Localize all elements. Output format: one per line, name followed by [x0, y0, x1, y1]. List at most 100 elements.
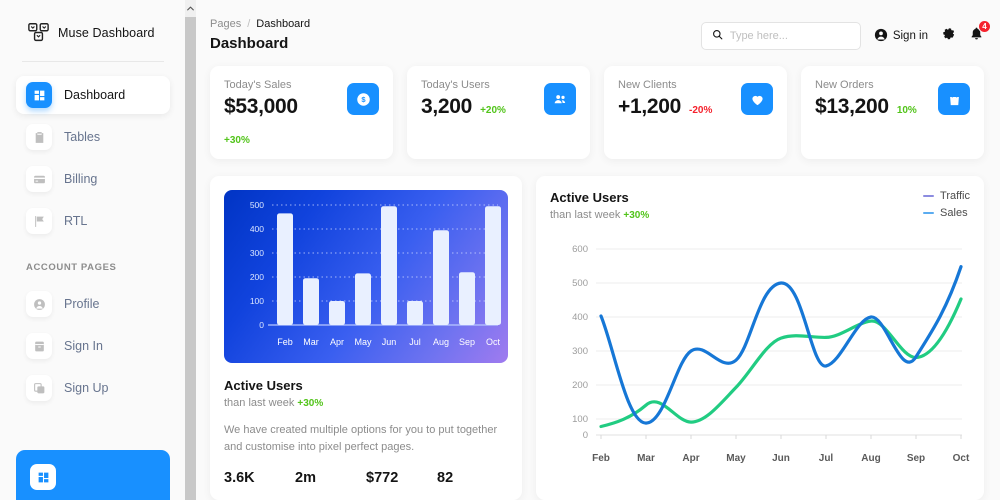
dashboard-icon	[26, 82, 52, 108]
svg-text:400: 400	[250, 224, 264, 234]
svg-text:Aug: Aug	[861, 453, 880, 464]
svg-text:500: 500	[572, 278, 588, 289]
stat-label: New Clients	[618, 79, 677, 91]
svg-text:200: 200	[250, 272, 264, 282]
line-card-header: Active Users than last week +30% Traffic	[550, 190, 970, 221]
svg-text:Feb: Feb	[592, 453, 610, 464]
sidebar-divider	[22, 61, 164, 62]
line-chart[interactable]: 600 500 400 300 200 100 0 Feb Mar Apr Ma…	[550, 233, 970, 473]
sidebar-item-signup[interactable]: Sign Up	[16, 369, 170, 407]
page-title: Dashboard	[210, 35, 289, 52]
notification-badge: 4	[978, 20, 991, 33]
bar-chart[interactable]: 500 400 300 200 100 0 Feb Mar Apr May Ju…	[224, 190, 508, 363]
scrollbar-thumb[interactable]	[185, 17, 196, 500]
stat-cards: Today's Sales $53,000 +30% $ Today's Use…	[210, 66, 984, 159]
legend-item-traffic[interactable]: Traffic	[923, 190, 970, 202]
line-gridlines	[596, 248, 962, 436]
svg-text:0: 0	[259, 320, 264, 330]
people-icon	[544, 83, 576, 115]
svg-text:May: May	[726, 453, 746, 464]
sidebar-item-billing[interactable]: Billing	[16, 160, 170, 198]
stat-text: Today's Sales $53,000 +30%	[224, 79, 298, 146]
mini-stat: 82	[437, 470, 508, 486]
sidebar-item-tables[interactable]: Tables	[16, 118, 170, 156]
line-x-ticks: Feb Mar Apr May Jun Jul Aug Sep Oct	[592, 453, 970, 464]
dashboard-logo-icon	[28, 22, 49, 43]
sidebar-item-rtl[interactable]: RTL	[16, 202, 170, 240]
stat-delta: -20%	[689, 105, 713, 116]
stat-card-new-clients[interactable]: New Clients +1,200 -20%	[604, 66, 787, 159]
line-chart-legend: Traffic Sales	[923, 190, 970, 219]
legend-label: Traffic	[940, 190, 970, 202]
credit-card-icon	[26, 166, 52, 192]
sidebar-scrollbar[interactable]	[185, 0, 196, 500]
sidebar-item-signin[interactable]: Sign In	[16, 327, 170, 365]
stat-delta: +30%	[224, 135, 250, 146]
stat-card-todays-sales[interactable]: Today's Sales $53,000 +30% $	[210, 66, 393, 159]
topbar: Pages / Dashboard Dashboard Si	[210, 0, 991, 66]
sign-in-button[interactable]: Sign in	[874, 28, 928, 45]
line-card-subtitle: than last week +30%	[550, 209, 649, 221]
stat-label: Today's Users	[421, 79, 490, 91]
user-circle-icon	[26, 291, 52, 317]
sidebar: Muse Dashboard Dashboard Tables Billing …	[0, 0, 196, 500]
svg-text:600: 600	[572, 244, 588, 255]
mini-stat-value: 3.6K	[224, 470, 255, 487]
active-users-bar-card: 500 400 300 200 100 0 Feb Mar Apr May Ju…	[210, 176, 522, 500]
search-icon	[712, 27, 723, 45]
brand[interactable]: Muse Dashboard	[16, 0, 170, 57]
line-chart-svg: 600 500 400 300 200 100 0 Feb Mar Apr Ma…	[572, 244, 970, 464]
mini-stat: 2m	[295, 470, 366, 486]
main-content: Pages / Dashboard Dashboard Si	[186, 0, 1000, 500]
app-root: Muse Dashboard Dashboard Tables Billing …	[0, 0, 1000, 500]
search-input[interactable]	[729, 30, 850, 42]
notifications-button[interactable]: 4	[969, 20, 991, 46]
heart-icon	[741, 83, 773, 115]
breadcrumb-root[interactable]: Pages	[210, 18, 241, 30]
need-help-card[interactable]: Need Help?	[16, 450, 170, 500]
dollar-circle-icon: $	[347, 83, 379, 115]
search-box[interactable]	[700, 22, 861, 50]
svg-text:500: 500	[250, 200, 264, 210]
stat-row: $13,200 10%	[815, 95, 917, 119]
sidebar-item-profile[interactable]: Profile	[16, 285, 170, 323]
svg-text:100: 100	[250, 296, 264, 306]
stat-value: 3,200	[421, 95, 473, 118]
settings-button[interactable]	[941, 26, 956, 46]
stat-value: +1,200	[618, 95, 682, 118]
svg-text:Oct: Oct	[486, 337, 501, 347]
breadcrumb-current: Dashboard	[256, 18, 311, 30]
stat-text: New Clients +1,200 -20%	[618, 79, 712, 119]
subtitle-prefix: than last week	[550, 209, 621, 221]
svg-text:Sep: Sep	[459, 337, 475, 347]
line-y-ticks: 600 500 400 300 200 100 0	[572, 244, 588, 441]
svg-text:Mar: Mar	[637, 453, 655, 464]
mini-stats-row: 3.6K 2m $772 82	[224, 470, 508, 486]
sidebar-item-dashboard[interactable]: Dashboard	[16, 76, 170, 114]
subtitle-delta: +30%	[297, 398, 324, 409]
mini-stat: 3.6K	[224, 470, 295, 486]
stat-delta: 10%	[896, 105, 917, 116]
svg-text:300: 300	[572, 346, 588, 357]
svg-text:Apr: Apr	[682, 453, 699, 464]
legend-label: Sales	[940, 207, 968, 219]
sidebar-item-label: Sign Up	[64, 381, 109, 395]
line-card-title: Active Users	[550, 190, 629, 205]
sidebar-item-label: Sign In	[64, 339, 103, 353]
svg-text:May: May	[354, 337, 372, 347]
stat-card-todays-users[interactable]: Today's Users 3,200 +20%	[407, 66, 590, 159]
active-users-line-card: Active Users than last week +30% Traffic	[536, 176, 984, 500]
gear-icon	[941, 26, 956, 46]
legend-swatch	[923, 212, 935, 214]
sign-in-label: Sign in	[892, 30, 928, 42]
shopping-bag-icon	[938, 83, 970, 115]
stat-row: +1,200 -20%	[618, 95, 712, 119]
copy-icon	[26, 375, 52, 401]
stat-card-new-orders[interactable]: New Orders $13,200 10%	[801, 66, 984, 159]
svg-text:Oct: Oct	[953, 453, 970, 464]
active-users-description: We have created multiple options for you…	[224, 424, 498, 454]
line-x-ticks-marks	[600, 435, 962, 439]
scroll-up-arrow-icon[interactable]	[185, 0, 196, 17]
legend-item-sales[interactable]: Sales	[923, 207, 968, 219]
sidebar-item-label: Billing	[64, 172, 98, 186]
